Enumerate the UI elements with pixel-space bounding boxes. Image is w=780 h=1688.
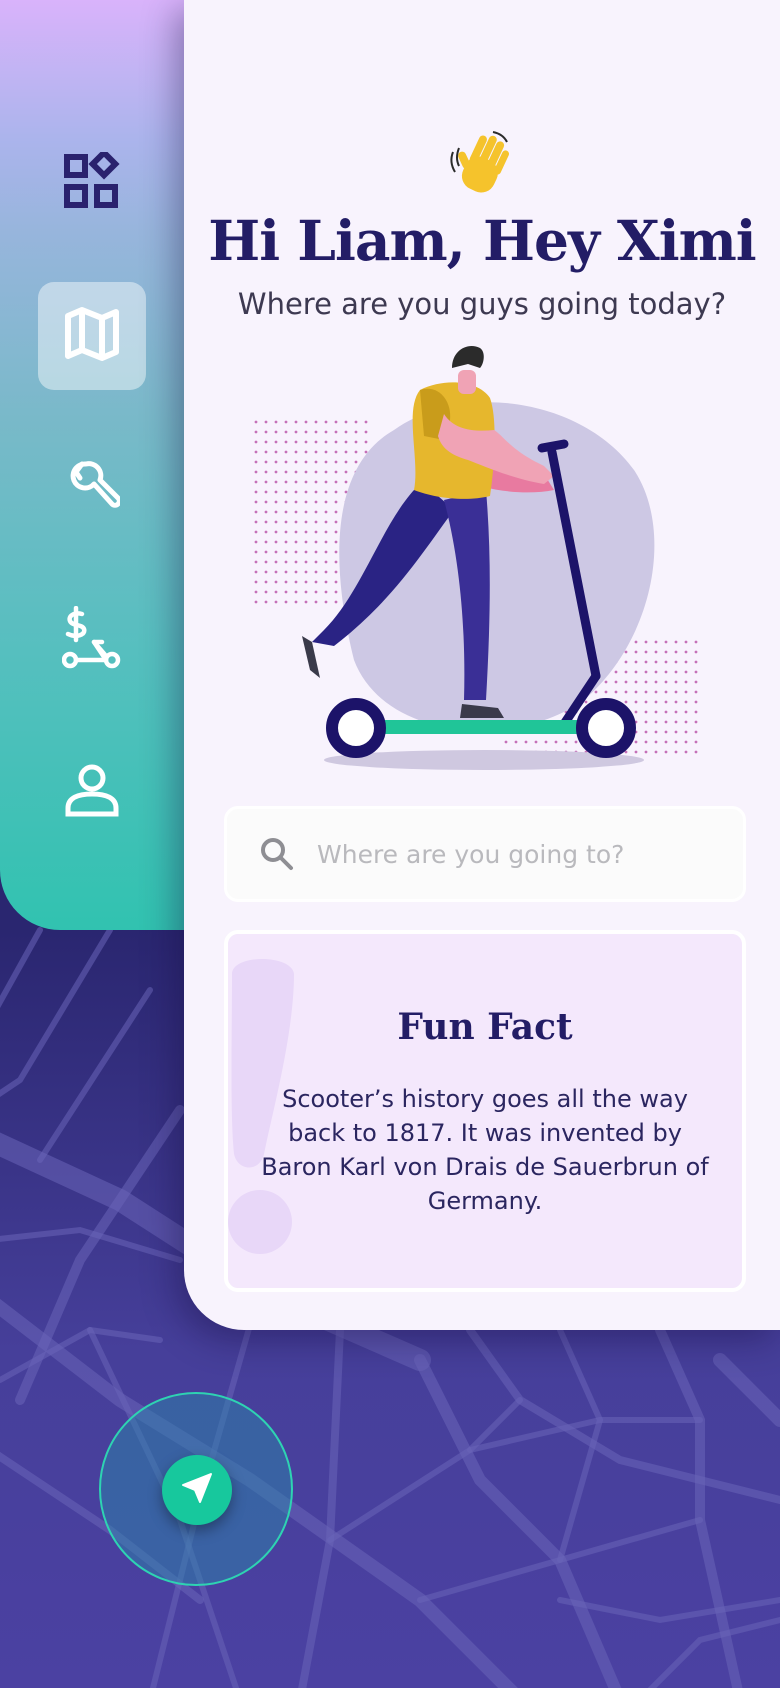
apps-icon (62, 148, 122, 216)
sidebar-item-apps[interactable] (38, 130, 146, 238)
fun-fact-title: Fun Fact (397, 1006, 573, 1048)
sidebar-item-service[interactable] (38, 434, 146, 542)
search-icon (257, 834, 297, 874)
scooter-rider-illustration (254, 340, 714, 780)
greeting-title: Hi Liam, Hey Ximi (208, 208, 756, 273)
destination-search-input[interactable] (315, 838, 719, 870)
scooter-pricing-icon (61, 605, 122, 674)
greeting-subtitle: Where are you guys going today? (237, 287, 727, 321)
sidebar-item-pricing[interactable] (38, 586, 146, 694)
sidebar-item-map[interactable] (38, 282, 146, 390)
locate-me-button[interactable] (162, 1455, 232, 1525)
map-icon (64, 306, 120, 366)
navigation-arrow-icon (180, 1471, 214, 1509)
home-card: Hi Liam, Hey Ximi Where are you guys goi… (184, 0, 780, 1330)
sidebar-item-profile[interactable] (38, 738, 146, 846)
wrench-icon (64, 458, 122, 518)
user-icon (64, 762, 120, 822)
destination-search[interactable] (224, 806, 746, 902)
waving-hand-icon (447, 130, 517, 200)
sidebar (0, 0, 184, 930)
fun-fact-card: Fun Fact Scooter’s history goes all the … (224, 930, 746, 1292)
fun-fact-text: Scooter’s history goes all the way back … (261, 1085, 709, 1215)
